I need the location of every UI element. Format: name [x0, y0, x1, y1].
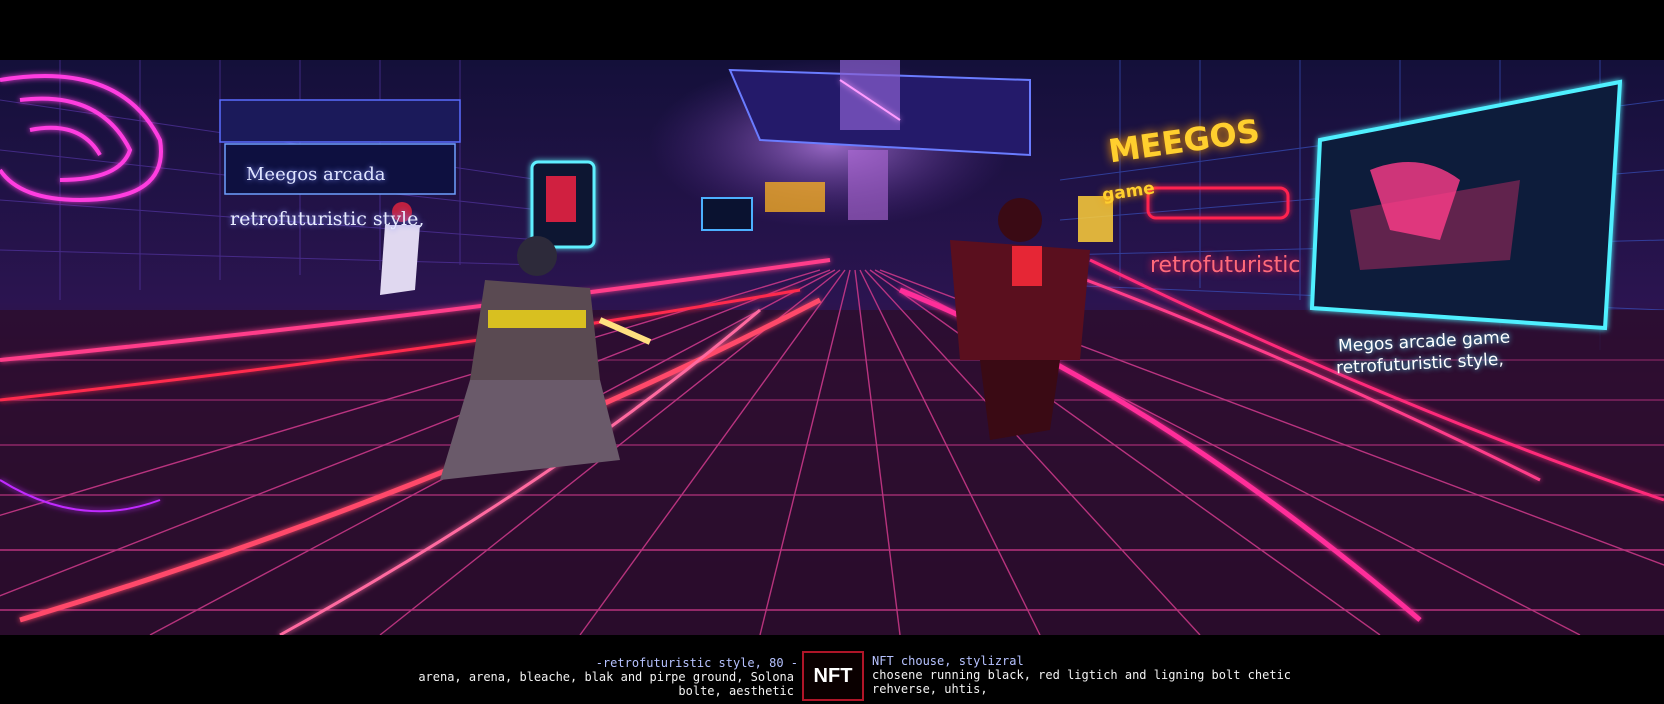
game-scene: Meegos arcada retrofuturistic style, MEE…: [0, 60, 1664, 635]
caption-right-line-1: NFT chouse, stylizral: [872, 654, 1024, 668]
caption-right-line-3: rehverse, uhtis,: [872, 682, 988, 696]
caption-right-line-2: chosene running black, red ligtich and l…: [872, 668, 1292, 682]
caption-left-line-2: arena, arena, bleache, blak and pirpe gr…: [418, 670, 794, 684]
caption-left-line-3: bolte, aesthetic: [678, 684, 794, 698]
caption-left-line-1: -retrofuturistic style, 80 -: [595, 656, 798, 670]
sign-left-title: Meegos arcada: [246, 164, 386, 185]
sign-left-subtitle: retrofuturistic style,: [230, 208, 425, 230]
sign-retrofuturistic: retrofuturistic: [1150, 253, 1301, 278]
floor-grid: [0, 269, 1664, 635]
letterbox-top: [0, 0, 1664, 60]
nft-badge: NFT: [802, 651, 864, 701]
nft-badge-label: NFT: [813, 664, 853, 687]
